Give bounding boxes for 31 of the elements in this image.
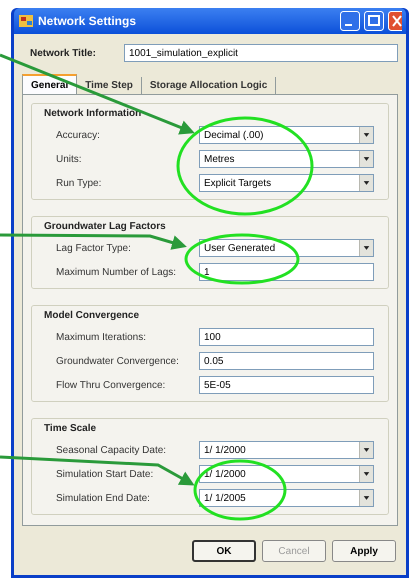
field-label: Units:	[56, 152, 82, 166]
field-label: Groundwater Convergence:	[56, 354, 179, 368]
tab[interactable]: General	[22, 74, 78, 94]
field-label: Network Title:	[29, 46, 97, 60]
field-label: Lag Factor Type:	[56, 242, 131, 256]
dialog-button[interactable]: OK	[192, 540, 256, 562]
dialog-button[interactable]: Apply	[332, 540, 396, 562]
dropdown[interactable]: 1/ 1/2000	[199, 441, 374, 459]
input-field[interactable]: 0.05	[199, 352, 374, 370]
field-label: Accuracy:	[56, 128, 100, 142]
field-label: Simulation End Date:	[56, 492, 150, 506]
field-label: Simulation Start Date:	[56, 468, 154, 482]
dropdown[interactable]: User Generated	[199, 239, 374, 257]
input-field[interactable]: 100	[199, 328, 374, 346]
dropdown[interactable]: Metres	[199, 150, 374, 168]
dropdown[interactable]: Decimal (.00)	[199, 126, 374, 144]
network-title-field[interactable]: 1001_simulation_explicit	[124, 44, 398, 62]
app-icon	[18, 14, 34, 28]
dropdown[interactable]: 1/ 1/2005	[199, 489, 374, 507]
field-label: Run Type:	[56, 176, 102, 190]
maximize-icon[interactable]	[364, 11, 384, 31]
input-field[interactable]: 5E-05	[199, 376, 374, 394]
minimize-icon[interactable]	[340, 11, 360, 31]
field-label: Flow Thru Convergence:	[56, 378, 166, 392]
dropdown[interactable]: Explicit Targets	[199, 174, 374, 192]
input-field[interactable]: 1	[199, 263, 374, 281]
close-icon[interactable]	[388, 11, 402, 31]
field-label: Seasonal Capacity Date:	[56, 444, 166, 458]
field-label: Maximum Number of Lags:	[56, 266, 176, 280]
window-title: Network Settings	[38, 13, 138, 30]
field-label: Maximum Iterations:	[56, 330, 146, 344]
